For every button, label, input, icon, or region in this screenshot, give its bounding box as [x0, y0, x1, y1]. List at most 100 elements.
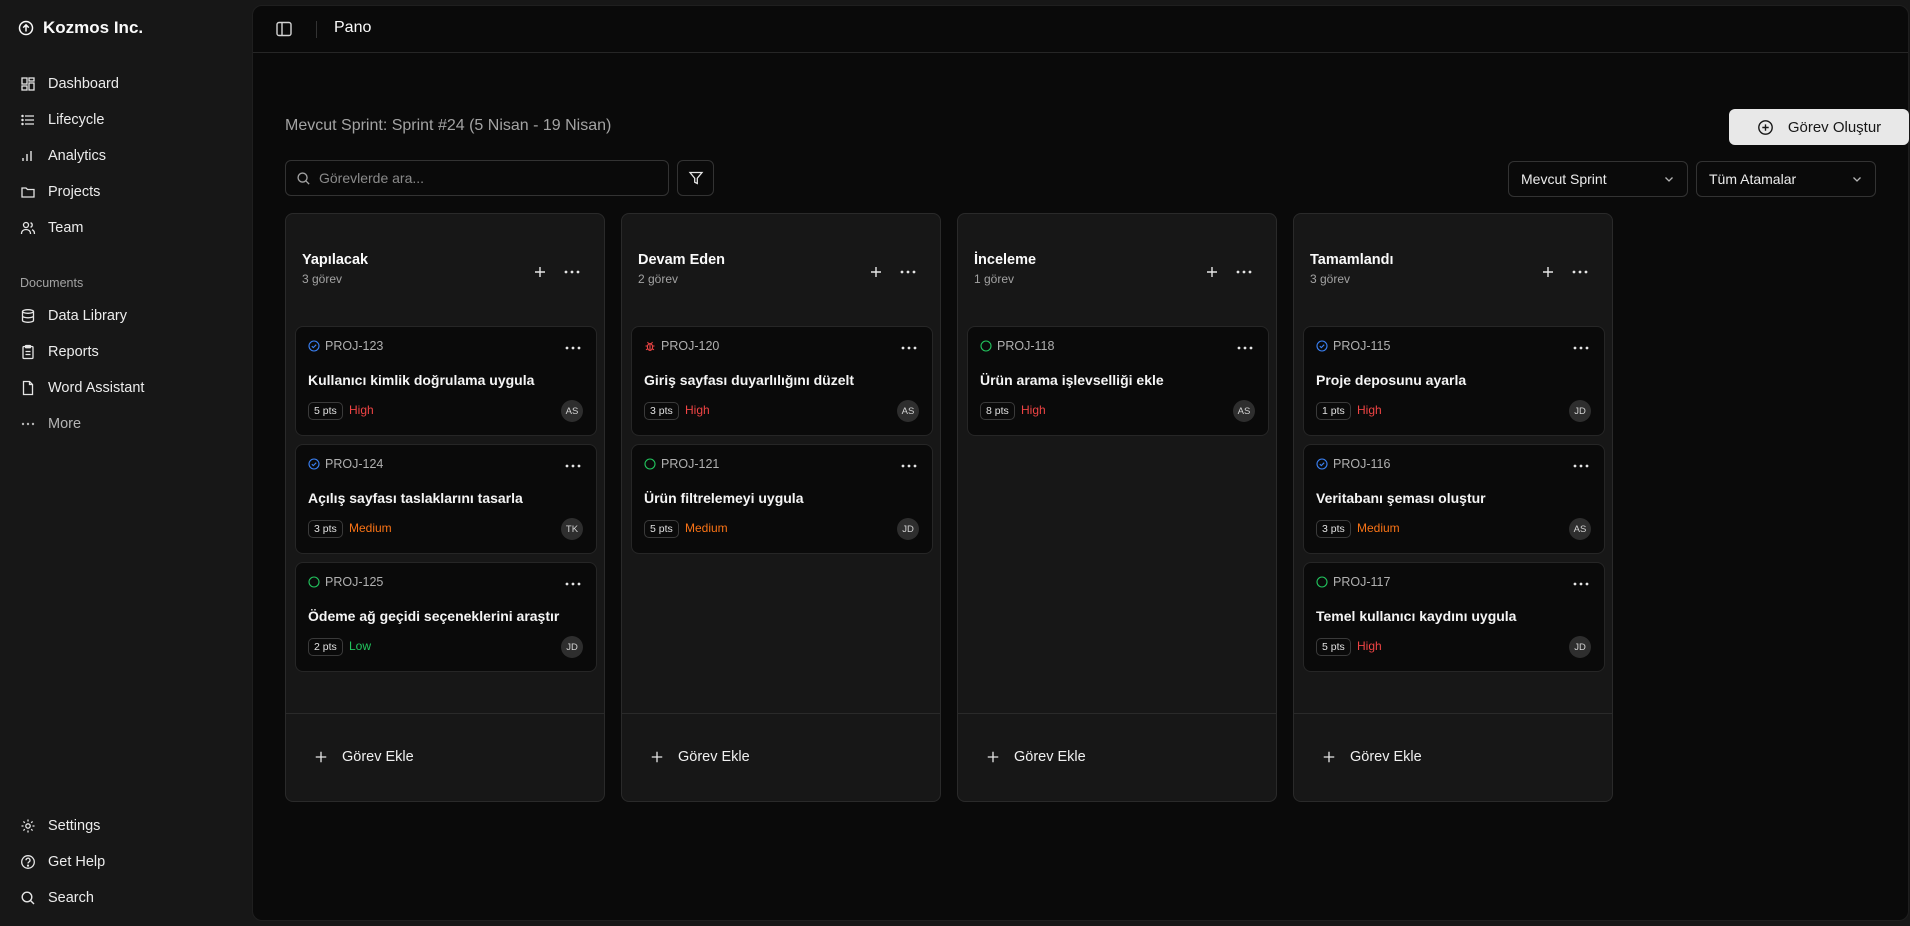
points-badge: 5 pts: [308, 402, 343, 420]
page-title: Pano: [334, 19, 372, 36]
sidebar-item-label: More: [48, 416, 82, 432]
points-badge: 5 pts: [1316, 638, 1351, 656]
card-more-icon[interactable]: [900, 461, 918, 471]
sidebar-item-reports[interactable]: Reports: [20, 340, 99, 364]
sidebar-item-data-library[interactable]: Data Library: [20, 304, 127, 328]
sidebar-item-search[interactable]: Search: [20, 886, 94, 910]
search-input[interactable]: [319, 170, 649, 186]
column-title: Tamamlandı: [1310, 252, 1394, 268]
sidebar-item-get-help[interactable]: Get Help: [20, 850, 105, 874]
documents-section-label: Documents: [20, 276, 84, 290]
card-more-icon[interactable]: [1236, 343, 1254, 353]
avatar[interactable]: AS: [1569, 518, 1591, 540]
add-task-button[interactable]: Görev Ekle: [986, 745, 1086, 769]
card-more-icon[interactable]: [564, 343, 582, 353]
database-icon: [21, 309, 35, 323]
task-card[interactable]: PROJ-116 Veritabanı şeması oluştur 3 pts Me…: [1303, 444, 1605, 554]
column-add-icon[interactable]: [1540, 264, 1556, 280]
task-id-label: PROJ-120: [661, 339, 720, 353]
priority-label: Medium: [349, 521, 392, 535]
sidebar-item-label: Reports: [48, 344, 99, 360]
points-badge: 3 pts: [644, 402, 679, 420]
add-task-button[interactable]: Görev Ekle: [314, 745, 414, 769]
sidebar: Kozmos Inc. Dashboard Lifecycle Analytic…: [0, 0, 252, 926]
task-card[interactable]: PROJ-125 Ödeme ağ geçidi seçeneklerini ar…: [295, 562, 597, 672]
column-add-icon[interactable]: [532, 264, 548, 280]
column-footer-divider: [622, 713, 940, 714]
column-count: 1 görev: [974, 272, 1015, 286]
brand[interactable]: Kozmos Inc.: [18, 17, 143, 39]
sidebar-item-lifecycle[interactable]: Lifecycle: [20, 108, 104, 132]
priority-label: Low: [349, 639, 372, 653]
sidebar-item-team[interactable]: Team: [20, 216, 83, 240]
sidebar-item-more[interactable]: More: [20, 412, 81, 436]
task-title: Ürün arama işlevselliği ekle: [980, 372, 1164, 388]
avatar[interactable]: JD: [561, 636, 583, 658]
sidebar-item-analytics[interactable]: Analytics: [20, 144, 106, 168]
task-id: PROJ-123: [308, 339, 383, 353]
avatar[interactable]: JD: [897, 518, 919, 540]
column-more-icon[interactable]: [1235, 264, 1253, 280]
task-id: PROJ-118: [980, 339, 1054, 353]
card-more-icon[interactable]: [1572, 343, 1590, 353]
card-more-icon[interactable]: [564, 579, 582, 589]
task-id: PROJ-115: [1316, 339, 1390, 353]
column-add-icon[interactable]: [868, 264, 884, 280]
card-more-icon[interactable]: [564, 461, 582, 471]
task-card[interactable]: PROJ-124 Açılış sayfası taslaklarını tasa…: [295, 444, 597, 554]
task-title: Açılış sayfası taslaklarını tasarla: [308, 490, 523, 506]
task-title: Proje deposunu ayarla: [1316, 372, 1467, 388]
sidebar-item-label: Get Help: [48, 854, 106, 870]
filter-button[interactable]: [677, 160, 714, 196]
priority-label: High: [349, 403, 374, 417]
task-id: PROJ-124: [308, 457, 383, 471]
task-card[interactable]: PROJ-123 Kullanıcı kimlik doğrulama uygul…: [295, 326, 597, 436]
circle-icon: [1316, 576, 1328, 588]
task-card[interactable]: PROJ-115 Proje deposunu ayarla 1 pts High JD: [1303, 326, 1605, 436]
card-more-icon[interactable]: [1572, 579, 1590, 589]
plus-icon: [987, 751, 999, 763]
sidebar-toggle-icon[interactable]: [275, 20, 293, 38]
task-card[interactable]: PROJ-121 Ürün filtrelemeyi uygula 5 pts Med…: [631, 444, 933, 554]
sprint-select[interactable]: Mevcut Sprint: [1508, 161, 1688, 197]
check-circle-icon: [308, 340, 320, 352]
sidebar-item-dashboard[interactable]: Dashboard: [20, 72, 119, 96]
column-footer-divider: [1294, 713, 1612, 714]
column-title: Devam Eden: [638, 252, 726, 268]
assignee-select-value: Tüm Atamalar: [1709, 171, 1797, 187]
create-task-label: Görev Oluştur: [1787, 118, 1882, 136]
task-title: Ödeme ağ geçidi seçeneklerini araştır: [308, 608, 560, 624]
avatar[interactable]: AS: [897, 400, 919, 422]
add-task-button[interactable]: Görev Ekle: [650, 745, 750, 769]
sidebar-item-label: Projects: [48, 184, 101, 200]
avatar[interactable]: AS: [561, 400, 583, 422]
priority-label: Medium: [685, 521, 728, 535]
task-card[interactable]: PROJ-120 Giriş sayfası duyarlılığını düze…: [631, 326, 933, 436]
column-more-icon[interactable]: [563, 264, 581, 280]
column-more-icon[interactable]: [899, 264, 917, 280]
card-more-icon[interactable]: [1572, 461, 1590, 471]
check-circle-icon: [1316, 458, 1328, 470]
points-badge: 3 pts: [308, 520, 343, 538]
help-icon: [21, 855, 35, 869]
column-add-icon[interactable]: [1204, 264, 1220, 280]
add-task-button[interactable]: Görev Ekle: [1322, 745, 1422, 769]
sidebar-item-word-assistant[interactable]: Word Assistant: [20, 376, 144, 400]
column-1: Devam Eden 2 görev Görev Ekle PROJ-120 Giriş…: [621, 213, 941, 802]
sidebar-item-projects[interactable]: Projects: [20, 180, 100, 204]
folder-icon: [21, 187, 35, 198]
column-more-icon[interactable]: [1571, 264, 1589, 280]
avatar[interactable]: JD: [1569, 400, 1591, 422]
avatar[interactable]: TK: [561, 518, 583, 540]
create-task-button[interactable]: Görev Oluştur: [1729, 109, 1909, 145]
grid-icon: [21, 77, 35, 91]
sidebar-item-settings[interactable]: Settings: [20, 814, 100, 838]
task-card[interactable]: PROJ-117 Temel kullanıcı kaydını uygula 5 …: [1303, 562, 1605, 672]
assignee-select[interactable]: Tüm Atamalar: [1696, 161, 1876, 197]
task-card[interactable]: PROJ-118 Ürün arama işlevselliği ekle 8 pt…: [967, 326, 1269, 436]
avatar[interactable]: AS: [1233, 400, 1255, 422]
card-more-icon[interactable]: [900, 343, 918, 353]
avatar[interactable]: JD: [1569, 636, 1591, 658]
sidebar-item-label: Search: [48, 890, 94, 906]
task-title: Veritabanı şeması oluştur: [1316, 490, 1486, 506]
